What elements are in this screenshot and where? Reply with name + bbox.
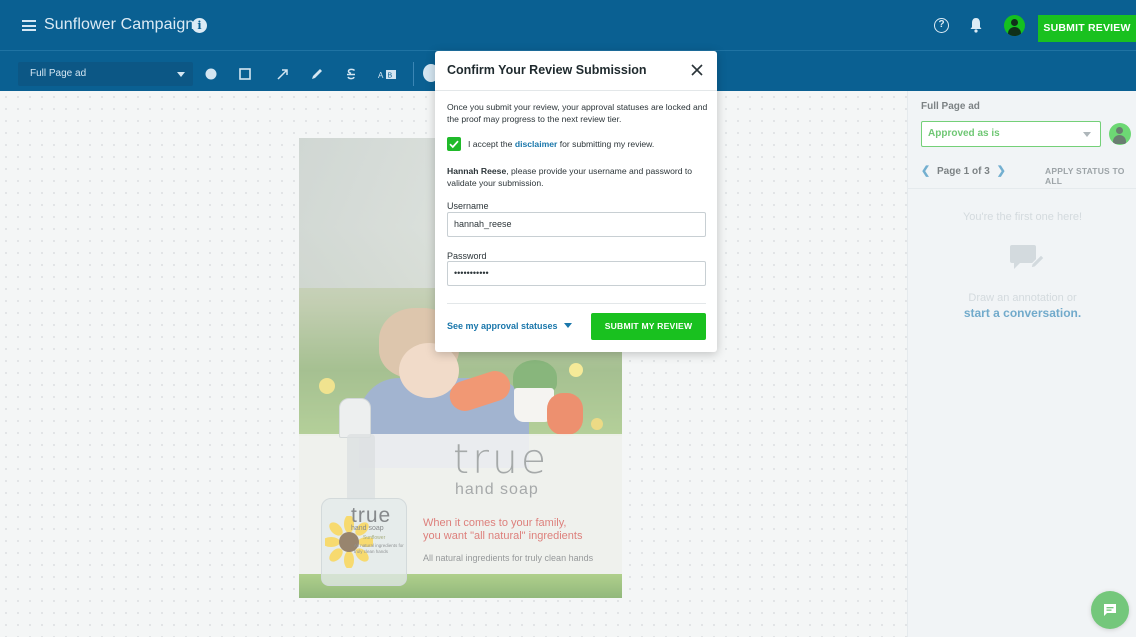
close-icon[interactable] bbox=[690, 63, 704, 77]
reviewer-name: Hannah Reese bbox=[447, 166, 507, 176]
accept-suffix: for submitting my review. bbox=[559, 139, 655, 149]
svg-text:B: B bbox=[388, 73, 393, 80]
accept-disclaimer-label: I accept the disclaimer for submitting m… bbox=[468, 139, 654, 149]
top-bar: Sunflower Campaign i ? SUBMIT REVIEW bbox=[0, 0, 1136, 50]
accept-disclaimer-checkbox[interactable] bbox=[447, 137, 461, 151]
strikethrough-tool-icon[interactable] bbox=[344, 67, 358, 81]
submit-review-button[interactable]: SUBMIT REVIEW bbox=[1038, 15, 1136, 42]
circle-tool-icon[interactable] bbox=[204, 67, 218, 81]
bell-icon[interactable] bbox=[969, 17, 983, 33]
chevron-down-icon bbox=[563, 323, 572, 328]
approval-statuses-toggle[interactable]: See my approval statuses bbox=[447, 321, 572, 331]
user-avatar[interactable] bbox=[1004, 15, 1025, 36]
validation-instructions: Hannah Reese, please provide your userna… bbox=[447, 165, 709, 189]
confirm-submission-dialog: Confirm Your Review Submission Once you … bbox=[435, 51, 717, 352]
check-icon bbox=[449, 140, 459, 149]
pen-tool-icon[interactable] bbox=[310, 67, 324, 81]
disclaimer-link[interactable]: disclaimer bbox=[515, 139, 558, 149]
submit-my-review-button[interactable]: SUBMIT MY REVIEW bbox=[591, 313, 706, 340]
username-field[interactable]: hannah_reese bbox=[447, 212, 706, 237]
dialog-description: Once you submit your review, your approv… bbox=[447, 102, 708, 124]
dialog-divider bbox=[447, 303, 706, 304]
password-label: Password bbox=[447, 251, 487, 261]
username-label: Username bbox=[447, 201, 489, 211]
dialog-title: Confirm Your Review Submission bbox=[447, 63, 647, 77]
page-select-value: Full Page ad bbox=[30, 68, 87, 79]
approval-statuses-label: See my approval statuses bbox=[447, 321, 558, 331]
svg-text:A: A bbox=[378, 71, 384, 80]
project-title: Sunflower Campaign bbox=[44, 16, 195, 33]
accept-prefix: I accept the bbox=[468, 139, 513, 149]
dialog-divider bbox=[435, 90, 717, 91]
help-icon[interactable]: ? bbox=[934, 18, 949, 33]
arrow-tool-icon[interactable] bbox=[276, 67, 290, 81]
page-select[interactable]: Full Page ad bbox=[18, 62, 193, 86]
toolbar-divider bbox=[413, 62, 414, 86]
info-icon[interactable]: i bbox=[192, 18, 207, 33]
replace-text-tool-icon[interactable]: AB bbox=[378, 67, 398, 81]
password-field[interactable]: ••••••••••• bbox=[447, 261, 706, 286]
rectangle-tool-icon[interactable] bbox=[238, 67, 252, 81]
chevron-down-icon bbox=[177, 72, 185, 77]
menu-icon[interactable] bbox=[22, 20, 36, 31]
